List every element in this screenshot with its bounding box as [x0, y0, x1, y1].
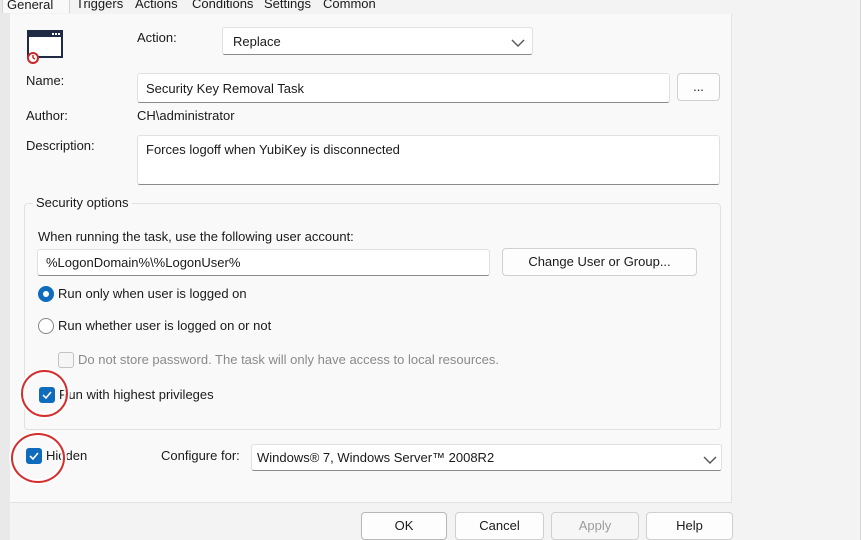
user-account-prompt: When running the task, use the following…: [38, 229, 354, 244]
name-label: Name:: [26, 73, 65, 88]
hidden-checkbox[interactable]: [26, 448, 42, 464]
name-input[interactable]: Security Key Removal Task: [137, 73, 670, 103]
security-options-title: Security options: [33, 195, 132, 211]
change-user-or-group-button[interactable]: Change User or Group...: [502, 248, 697, 276]
run-with-highest-privileges-label[interactable]: Run with highest privileges: [59, 387, 214, 403]
user-account-value: %LogonDomain%\%LogonUser%: [46, 255, 241, 270]
help-button[interactable]: Help: [646, 512, 733, 540]
run-with-highest-privileges-checkbox[interactable]: [39, 387, 55, 403]
tab-actions[interactable]: Actions: [131, 0, 181, 13]
task-window-icon: [27, 30, 63, 64]
tab-triggers[interactable]: Triggers: [72, 0, 128, 13]
tab-settings[interactable]: Settings: [260, 0, 316, 13]
configure-for-label: Configure for:: [161, 448, 240, 463]
security-options-group: Security options When running the task, …: [24, 195, 721, 430]
do-not-store-password-checkbox[interactable]: [58, 352, 74, 368]
run-only-when-logged-on-radio[interactable]: [38, 286, 54, 302]
tab-common[interactable]: Common: [319, 0, 379, 13]
hidden-label[interactable]: Hidden: [46, 448, 87, 464]
ok-button[interactable]: OK: [361, 512, 447, 540]
chevron-down-icon: [511, 36, 525, 51]
description-textarea[interactable]: Forces logoff when YubiKey is disconnect…: [137, 135, 720, 185]
name-value: Security Key Removal Task: [146, 81, 304, 96]
general-tab-page: Action: Replace Name: Security Key Remov…: [10, 14, 732, 503]
do-not-store-password-label: Do not store password. The task will onl…: [78, 352, 500, 367]
checkmark-icon: [42, 391, 52, 400]
apply-button[interactable]: Apply: [551, 512, 639, 540]
action-value: Replace: [233, 34, 281, 49]
cancel-button[interactable]: Cancel: [455, 512, 544, 540]
description-label: Description:: [26, 138, 95, 153]
tab-strip: General Triggers Actions Conditions Sett…: [0, 0, 740, 14]
checkmark-icon: [29, 452, 39, 461]
author-label: Author:: [26, 108, 68, 123]
configure-for-value: Windows® 7, Windows Server™ 2008R2: [257, 450, 495, 465]
run-only-when-logged-on-label[interactable]: Run only when user is logged on: [58, 286, 247, 302]
tab-conditions[interactable]: Conditions: [188, 0, 258, 13]
action-label: Action:: [137, 30, 177, 45]
description-value: Forces logoff when YubiKey is disconnect…: [146, 142, 400, 157]
author-value: CH\administrator: [137, 108, 235, 123]
tab-general[interactable]: General: [2, 0, 70, 13]
background-window-edge: [860, 0, 867, 540]
configure-for-dropdown[interactable]: Windows® 7, Windows Server™ 2008R2: [251, 444, 722, 471]
browse-button[interactable]: ...: [677, 73, 720, 101]
run-whether-logged-on-radio[interactable]: [38, 318, 54, 334]
action-dropdown[interactable]: Replace: [222, 27, 533, 55]
run-whether-logged-on-label[interactable]: Run whether user is logged on or not: [58, 318, 271, 334]
user-account-field[interactable]: %LogonDomain%\%LogonUser%: [37, 249, 490, 276]
chevron-down-icon: [703, 453, 717, 468]
window-left-edge: [0, 0, 10, 540]
